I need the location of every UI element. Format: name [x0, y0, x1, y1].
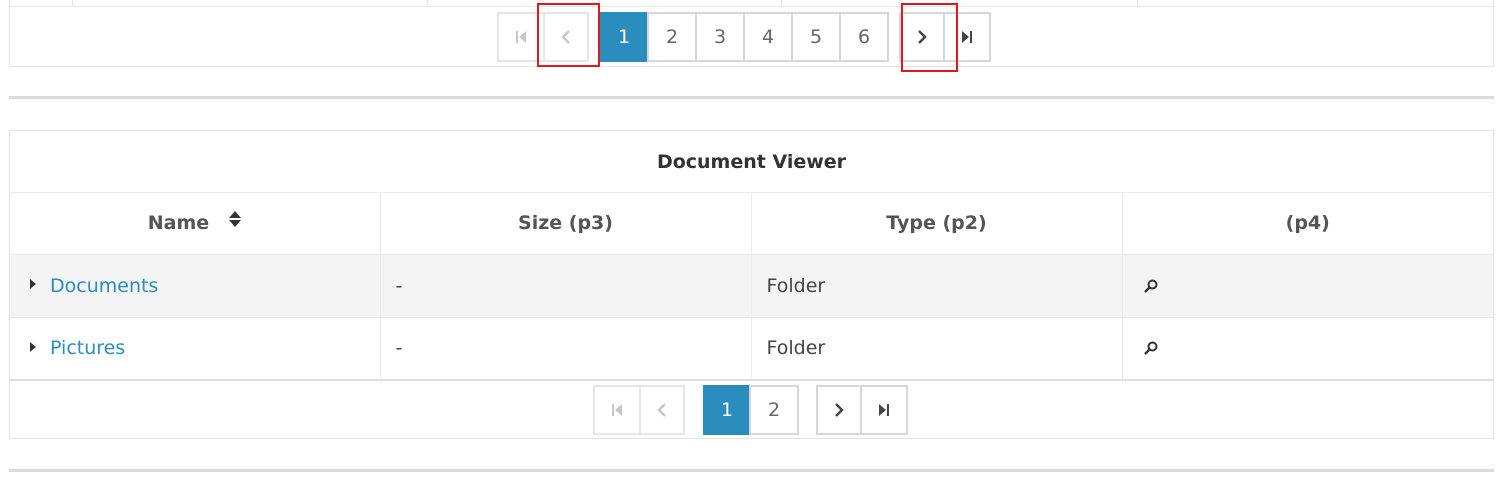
viewer-title: Document Viewer	[10, 131, 1493, 193]
page-button-4[interactable]: 4	[743, 12, 793, 62]
bottom-pagination: 1 2	[593, 385, 908, 435]
caret-right-icon[interactable]	[30, 279, 36, 289]
action-cell	[1122, 254, 1493, 318]
page-button-5[interactable]: 5	[791, 12, 841, 62]
page-button-1[interactable]: 1	[703, 385, 751, 435]
last-page-button[interactable]	[943, 12, 991, 62]
column-header-size[interactable]: Size (p3)	[380, 193, 752, 255]
page-button-1[interactable]: 1	[599, 12, 649, 62]
prev-page-button[interactable]	[543, 12, 589, 62]
size-cell: -	[380, 317, 752, 381]
first-page-button[interactable]	[497, 12, 545, 62]
last-page-icon	[879, 404, 889, 416]
page-button-6[interactable]: 6	[839, 12, 889, 62]
page-button-2[interactable]: 2	[647, 12, 697, 62]
last-page-button[interactable]	[860, 385, 908, 435]
chevron-right-icon	[918, 30, 927, 44]
column-header-name[interactable]: Name	[10, 193, 381, 255]
chevron-left-icon	[561, 30, 570, 44]
search-icon[interactable]	[1143, 277, 1159, 299]
table-row-divider	[10, 6, 1493, 7]
column-divider	[427, 0, 428, 6]
sort-icon[interactable]	[228, 210, 242, 233]
caret-right-icon[interactable]	[30, 341, 36, 352]
table-row: Documents - Folder	[10, 254, 1493, 318]
search-icon[interactable]	[1143, 339, 1159, 361]
prev-page-button[interactable]	[639, 385, 685, 435]
top-pagination: 1 2 3 4 5 6	[497, 12, 991, 62]
type-cell: Folder	[751, 317, 1123, 381]
folder-link-pictures[interactable]: Pictures	[50, 337, 125, 359]
column-divider	[1137, 0, 1138, 6]
name-cell: Documents	[10, 254, 381, 318]
size-cell: -	[380, 254, 752, 318]
section-divider	[9, 469, 1494, 472]
folder-link-documents[interactable]: Documents	[50, 275, 158, 297]
table-row: Pictures - Folder	[10, 317, 1493, 381]
page-button-3[interactable]: 3	[695, 12, 745, 62]
first-page-button[interactable]	[593, 385, 641, 435]
page-button-2[interactable]: 2	[749, 385, 799, 435]
column-header-type[interactable]: Type (p2)	[751, 193, 1123, 255]
column-divider	[72, 0, 73, 6]
document-table: Name Size (p3) Type (p2) (p4) Documents …	[10, 193, 1493, 381]
last-page-icon	[962, 31, 972, 43]
column-header-p4[interactable]: (p4)	[1122, 193, 1493, 255]
action-cell	[1122, 317, 1493, 381]
next-page-button[interactable]	[899, 12, 945, 62]
name-cell: Pictures	[10, 317, 381, 381]
next-page-button[interactable]	[816, 385, 862, 435]
type-cell: Folder	[751, 254, 1123, 318]
column-header-label: Name	[147, 211, 210, 234]
first-page-icon	[612, 404, 622, 416]
chevron-left-icon	[657, 403, 666, 417]
section-divider	[9, 96, 1494, 99]
first-page-icon	[516, 31, 526, 43]
chevron-right-icon	[835, 403, 844, 417]
column-divider	[781, 0, 782, 6]
